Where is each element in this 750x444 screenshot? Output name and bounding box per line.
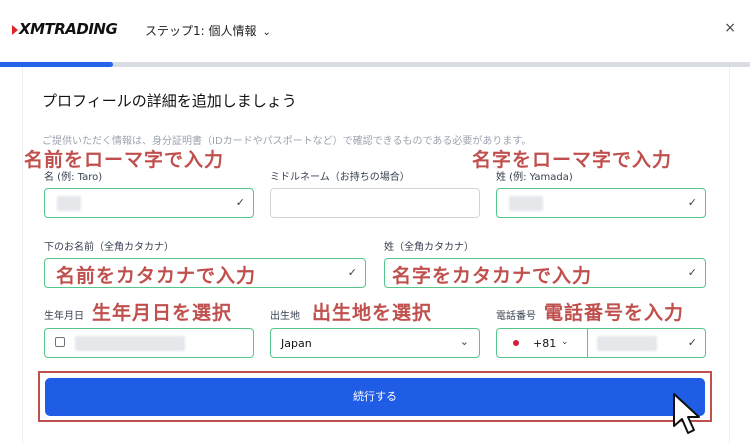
annotation-surname-romaji: 名字をローマ字で入力 <box>472 149 673 171</box>
middle-name-label: ミドルネーム（お持ちの場合） <box>270 172 410 183</box>
header: XMTRADING ステップ1: 個人情報 ⌄ × <box>0 0 750 62</box>
divider <box>587 329 588 357</box>
phone-field[interactable]: +81 ⌄ ✓ <box>496 328 706 358</box>
submit-highlight: 続行する <box>38 371 712 422</box>
birthdate-label: 生年月日 <box>44 311 84 322</box>
chevron-down-icon: ⌄ <box>262 27 271 38</box>
middle-name-field[interactable] <box>270 188 480 218</box>
last-name-field[interactable]: ✓ <box>496 188 706 218</box>
page-title: プロフィールの詳細を追加しましょう <box>42 92 297 110</box>
redacted-value <box>57 196 81 211</box>
birthplace-value: Japan <box>281 337 312 350</box>
birthplace-label: 出生地 <box>270 311 300 322</box>
continue-button[interactable]: 続行する <box>45 378 705 416</box>
logo-mark-icon <box>12 24 18 35</box>
redacted-value <box>509 196 543 211</box>
redacted-value <box>597 336 657 351</box>
first-name-field[interactable]: ✓ <box>44 188 254 218</box>
close-icon[interactable]: × <box>724 20 736 36</box>
japan-flag-icon <box>513 340 519 346</box>
redacted-value <box>75 336 185 351</box>
annotation-phone: 電話番号を入力 <box>544 302 685 324</box>
annotation-birthdate: 生年月日を選択 <box>92 302 233 324</box>
birthplace-select[interactable]: Japan ⌄ <box>270 328 480 358</box>
step-dropdown[interactable]: ステップ1: 個人情報 ⌄ <box>145 22 271 39</box>
annotation-name-kana: 名前をカタカナで入力 <box>56 265 257 287</box>
calendar-icon <box>55 337 65 347</box>
birthdate-field[interactable] <box>44 328 254 358</box>
mouse-cursor-icon <box>673 393 700 434</box>
check-icon: ✓ <box>235 196 245 209</box>
check-icon: ✓ <box>687 336 697 349</box>
xm-logo[interactable]: XMTRADING <box>12 20 118 38</box>
annotation-surname-kana: 名字をカタカナで入力 <box>392 265 593 287</box>
chevron-down-icon: ⌄ <box>459 335 469 348</box>
first-name-kana-label: 下のお名前（全角カタカナ） <box>44 242 174 253</box>
step-label: ステップ1: 個人情報 <box>145 24 257 38</box>
last-name-kana-label: 姓（全角カタカナ） <box>384 242 474 253</box>
chevron-down-icon[interactable]: ⌄ <box>561 337 569 347</box>
check-icon: ✓ <box>347 266 357 279</box>
check-icon: ✓ <box>687 196 697 209</box>
country-code[interactable]: +81 <box>533 337 556 350</box>
phone-label: 電話番号 <box>496 311 536 322</box>
check-icon: ✓ <box>687 266 697 279</box>
annotation-name-romaji: 名前をローマ字で入力 <box>24 149 225 171</box>
annotation-birthplace: 出生地を選択 <box>312 302 433 324</box>
